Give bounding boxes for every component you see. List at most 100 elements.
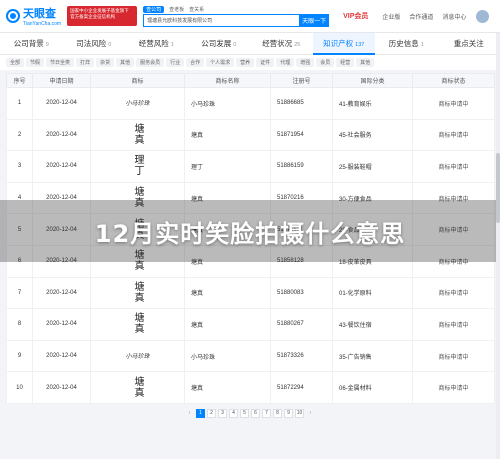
trademark-status: 商标申请中	[412, 150, 495, 183]
title-overlay: 12月实时笑脸拍摄什么意思	[0, 200, 500, 262]
column-header: 商标状态	[412, 73, 495, 88]
page-4[interactable]: 4	[229, 408, 238, 418]
trademark-image[interactable]: 理丁	[132, 154, 143, 176]
table-row[interactable]: 2 2020-12-04 塘真 塘真 51871954 45-社会服务 商标申请中	[6, 118, 495, 152]
top-bar: 天眼查 TianYanCha.com 国家中小企业发展子基金旗下 官方备案企业征…	[0, 0, 500, 33]
filter-chip[interactable]: 会员	[316, 58, 335, 67]
filter-chip[interactable]: 营养	[236, 58, 255, 67]
page-10[interactable]: 10	[295, 408, 304, 418]
international-class: 06-金属材料	[332, 371, 413, 404]
trademark-image[interactable]: 塘真	[132, 376, 143, 398]
table-row[interactable]: 10 2020-12-04 塘真 塘真 51872294 06-金属材料 商标申请中	[6, 371, 495, 404]
trademark-name[interactable]: 塘真	[184, 276, 271, 310]
registration-number: 51880083	[270, 276, 333, 310]
page-1[interactable]: 1	[196, 408, 205, 418]
nav-cooperation[interactable]: 合作通道	[409, 12, 433, 21]
nav-enterprise[interactable]: 企业版	[382, 12, 400, 21]
trademark-status: 商标申请中	[412, 276, 495, 310]
table-row[interactable]: 8 2020-12-04 塘真 塘真 51880267 43-餐饮住宿 商标申请中	[6, 308, 495, 341]
tab-count: 0	[233, 41, 237, 48]
tab-1[interactable]: 司法风险 0	[63, 33, 126, 55]
tab-5[interactable]: 知识产权 137	[312, 32, 375, 55]
trademark-image[interactable]: 塘真	[132, 123, 143, 145]
tab-count: 1	[170, 41, 174, 48]
trademark-name[interactable]: 塘真	[184, 118, 271, 152]
row-number: 3	[6, 150, 33, 183]
column-header: 商标	[90, 73, 185, 88]
filter-chip[interactable]: 全部	[6, 58, 25, 67]
tab-6[interactable]: 历史信息 1	[375, 33, 438, 55]
row-number: 7	[6, 276, 33, 310]
scrollbar[interactable]	[496, 33, 500, 459]
filter-chip[interactable]: 合作	[186, 58, 205, 67]
filter-chip[interactable]: 行业	[166, 58, 185, 67]
international-class: 25-服装鞋帽	[332, 150, 413, 183]
tab-label: 经营风险	[138, 38, 169, 48]
search-tab-relation[interactable]: 查关系	[189, 6, 204, 13]
prev-page-icon[interactable]: ‹	[185, 409, 194, 418]
international-class: 45-社会服务	[332, 118, 413, 152]
tab-3[interactable]: 公司发展 0	[188, 33, 251, 55]
nav-messages[interactable]: 消息中心	[442, 12, 466, 21]
filter-chip[interactable]: 经营	[336, 58, 355, 67]
vip-link[interactable]: VIP会员	[343, 11, 368, 21]
table-row[interactable]: 3 2020-12-04 理丁 理丁 51886159 25-服装鞋帽 商标申请中	[6, 150, 495, 183]
page-5[interactable]: 5	[240, 408, 249, 418]
filter-chip[interactable]: 杂货	[96, 58, 115, 67]
page-8[interactable]: 8	[273, 408, 282, 418]
filter-chip[interactable]: 增强	[296, 58, 315, 67]
trademark-name[interactable]: 塘真	[184, 308, 271, 341]
table-row[interactable]: 9 2020-12-04 小马珍珠 小马珍珠 51873326 35-广告销售 商标申请中	[6, 339, 495, 373]
search-input[interactable]: 理塘县允欧科技发展有限公司	[143, 13, 300, 27]
tab-2[interactable]: 经营风险 1	[125, 33, 188, 55]
trademark-image[interactable]: 塘真	[132, 281, 143, 303]
table-header-row: 序号 申请日期 商标 商标名称 注册号 国际分类 商标状态	[6, 73, 495, 88]
table-row[interactable]: 7 2020-12-04 塘真 塘真 51880083 01-化学原料 商标申请中	[6, 276, 495, 310]
page-9[interactable]: 9	[284, 408, 293, 418]
filter-chip[interactable]: 打烊	[76, 58, 95, 67]
filter-chip[interactable]: 证件	[256, 58, 275, 67]
logo[interactable]: 天眼查 TianYanCha.com	[6, 5, 61, 27]
scrollbar-thumb[interactable]	[496, 153, 500, 223]
row-number: 8	[6, 308, 33, 341]
trademark-image-cell: 小马珍珠	[90, 339, 185, 373]
page-3[interactable]: 3	[218, 408, 227, 418]
trademark-name[interactable]: 小马珍珠	[184, 87, 271, 120]
international-class: 41-教育娱乐	[332, 87, 413, 120]
trademark-image[interactable]: 塘真	[132, 312, 143, 334]
trademark-name[interactable]: 理丁	[184, 150, 271, 183]
application-date: 2020-12-04	[32, 87, 91, 120]
page-2[interactable]: 2	[207, 408, 216, 418]
trademark-name[interactable]: 小马珍珠	[184, 339, 271, 373]
application-date: 2020-12-04	[32, 339, 91, 373]
promo-banner[interactable]: 国家中小企业发展子基金旗下 官方备案企业征信机构	[67, 6, 138, 26]
tab-7[interactable]: 重点关注	[438, 33, 500, 55]
trademark-image[interactable]: 小马珍珠	[125, 98, 149, 109]
avatar[interactable]	[476, 9, 490, 23]
international-class: 01-化学原料	[332, 276, 413, 310]
application-date: 2020-12-04	[32, 276, 91, 310]
application-date: 2020-12-04	[32, 308, 91, 341]
filter-chip[interactable]: 代理	[276, 58, 295, 67]
application-date: 2020-12-04	[32, 118, 91, 152]
trademark-image[interactable]: 小马珍珠	[125, 351, 149, 362]
tab-4[interactable]: 经营状况 25	[250, 33, 313, 55]
search-tab-company[interactable]: 查公司	[143, 5, 165, 13]
filter-chip[interactable]: 其他	[356, 58, 375, 67]
trademark-name[interactable]: 塘真	[184, 371, 271, 404]
search-tab-boss[interactable]: 查老板	[169, 6, 184, 13]
trademark-image-cell: 塘真	[90, 371, 185, 404]
filter-chip[interactable]: 个人需求	[206, 58, 235, 67]
trademark-image-cell: 塘真	[90, 118, 185, 152]
filter-chip[interactable]: 节假	[26, 58, 45, 67]
search-button[interactable]: 天眼一下	[299, 13, 330, 27]
filter-chip[interactable]: 服务会员	[136, 58, 165, 67]
row-number: 9	[6, 339, 33, 373]
table-row[interactable]: 1 2020-12-04 小马珍珠 小马珍珠 51886685 41-教育娱乐 商标申请中	[6, 87, 495, 120]
next-page-icon[interactable]: ›	[306, 409, 315, 418]
filter-chip[interactable]: 节日全类	[46, 58, 75, 67]
page-6[interactable]: 6	[251, 408, 260, 418]
filter-chip[interactable]: 其他	[116, 58, 135, 67]
tab-0[interactable]: 公司背景 9	[0, 33, 63, 55]
page-7[interactable]: 7	[262, 408, 271, 418]
